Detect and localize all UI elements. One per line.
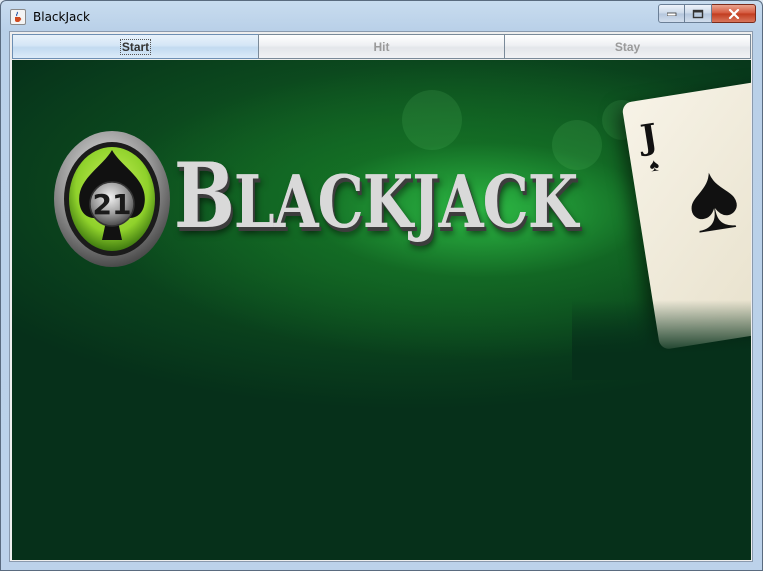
maximize-icon <box>692 9 704 18</box>
start-button[interactable]: Start <box>12 34 259 59</box>
window-controls <box>658 4 756 23</box>
blackjack-wordmark: BLACKJACK <box>174 142 578 249</box>
client-area: Start Hit Stay 21 BLACKJACK J ♠ ♠ <box>9 31 753 562</box>
start-button-label: Start <box>119 38 152 55</box>
hit-button-label: Hit <box>373 39 390 54</box>
wordmark-initial: B <box>174 142 235 249</box>
minimize-button[interactable] <box>658 4 685 23</box>
hit-button[interactable]: Hit <box>258 34 505 59</box>
jack-of-spades-card: J ♠ ♠ <box>621 79 751 351</box>
wordmark-rest: LACKJACK <box>233 159 578 245</box>
close-button[interactable] <box>712 4 756 23</box>
card-suit-small: ♠ <box>647 154 661 176</box>
maximize-button[interactable] <box>685 4 712 23</box>
close-icon <box>728 8 739 19</box>
game-table: 21 BLACKJACK J ♠ ♠ <box>12 60 751 560</box>
minimize-icon <box>666 12 676 16</box>
card-rank: J <box>638 116 661 159</box>
spade-icon: ♠ <box>679 140 747 255</box>
stay-button-label: Stay <box>614 39 641 54</box>
title-bar[interactable]: BlackJack <box>1 1 762 31</box>
stay-button[interactable]: Stay <box>504 34 751 59</box>
blackjack-21-emblem: 21 <box>54 131 170 267</box>
app-window: BlackJack Start Hit Stay 21 BLACKJACK J … <box>0 0 763 571</box>
emblem-number: 21 <box>93 188 132 221</box>
button-bar: Start Hit Stay <box>12 34 751 59</box>
bokeh-light <box>402 90 462 150</box>
java-cup-icon[interactable] <box>10 9 26 25</box>
window-title: BlackJack <box>33 10 90 24</box>
